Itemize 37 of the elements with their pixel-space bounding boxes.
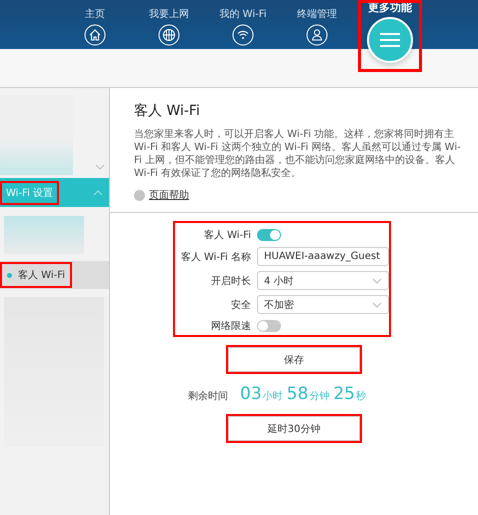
person-icon — [306, 24, 328, 46]
dropdown[interactable]: 不加密 — [257, 295, 389, 314]
nav-label: 我要上网 — [149, 9, 189, 21]
chevron-down-icon — [372, 278, 382, 284]
field-label: 网络限速 — [210, 320, 251, 333]
page-title: 客人 Wi-Fi — [134, 102, 201, 120]
field-label: 安全 — [230, 298, 251, 312]
nav-label: 主页 — [85, 9, 105, 21]
nav-button[interactable] — [84, 24, 106, 46]
chevron-down-icon — [372, 302, 382, 308]
field-label: 客人 Wi-Fi — [202, 228, 251, 242]
remaining-label: 剩余时间 — [188, 390, 228, 403]
home-icon — [84, 24, 106, 46]
nav-button[interactable] — [158, 24, 180, 46]
help-link[interactable]: 页面帮助 — [149, 188, 189, 202]
save-button[interactable]: 保存 — [228, 347, 360, 372]
field-label: 开启时长 — [210, 274, 251, 288]
bullet-icon — [7, 272, 12, 278]
wifi-icon — [232, 24, 254, 46]
menu-icon — [379, 32, 401, 48]
nav-label: 我的 Wi-Fi — [219, 9, 267, 21]
help-icon — [134, 190, 145, 200]
item-label: 客人 Wi-Fi — [2, 264, 70, 286]
nav-button[interactable] — [306, 24, 328, 46]
countdown-timer: 03小时 58分钟 25 秒 — [240, 384, 367, 404]
description: 当您家里来客人时，可以开启客人 Wi-Fi 功能。这样，您家将同时拥有主 Wi-Fi 和客人 Wi-Fi 这两个独立的 Wi-Fi 网络。客人虽然可以通过专属 Wi-Fi 上网，但不能管理您的路由器，也不能访问您家庭网络中的设备。客人 Wi-Fi 有效保证了您的网络隐私安全。 — [134, 128, 462, 180]
toggle-switch[interactable] — [257, 229, 281, 241]
extend-button[interactable]: 延时30分钟 — [228, 416, 360, 441]
input-field[interactable]: HUAWEI-aaawzy_Guest — [257, 247, 389, 266]
dropdown[interactable]: 4 小时 — [257, 271, 389, 290]
sidebar-item[interactable]: 客人 Wi-Fi — [0, 261, 109, 289]
nav-button[interactable] — [232, 24, 254, 46]
group-label: Wi-Fi 设置 — [2, 182, 58, 202]
toggle-switch[interactable] — [257, 320, 281, 332]
field-label: 客人 Wi-Fi 名称 — [180, 250, 251, 264]
nav-label: 终端管理 — [297, 9, 337, 21]
globe-icon — [158, 24, 180, 46]
